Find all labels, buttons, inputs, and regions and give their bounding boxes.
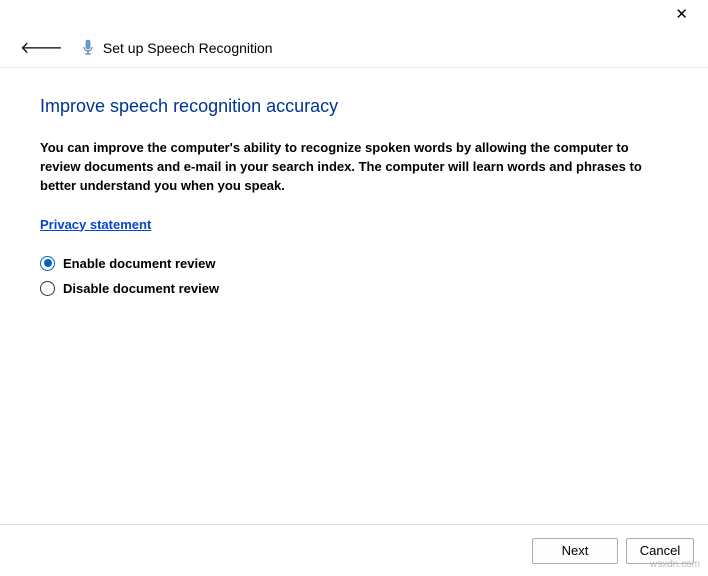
wizard-title: Set up Speech Recognition xyxy=(103,40,273,56)
disable-review-label: Disable document review xyxy=(63,281,219,296)
radio-icon xyxy=(40,256,55,271)
privacy-statement-link[interactable]: Privacy statement xyxy=(40,217,151,232)
microphone-icon xyxy=(81,39,95,57)
enable-review-label: Enable document review xyxy=(63,256,215,271)
content-area: Improve speech recognition accuracy You … xyxy=(0,68,708,524)
titlebar: ✕ xyxy=(0,0,708,28)
radio-icon xyxy=(40,281,55,296)
watermark-text: wsxdn.com xyxy=(650,559,700,570)
close-icon[interactable]: ✕ xyxy=(669,3,694,25)
page-heading: Improve speech recognition accuracy xyxy=(40,96,668,117)
next-button[interactable]: Next xyxy=(532,538,618,564)
back-arrow-icon[interactable]: 🡐 xyxy=(12,33,71,62)
description-text: You can improve the computer's ability t… xyxy=(40,139,660,196)
wizard-window: ✕ 🡐 Set up Speech Recognition Improve sp… xyxy=(0,0,708,576)
disable-review-option[interactable]: Disable document review xyxy=(40,281,668,296)
radio-group: Enable document review Disable document … xyxy=(40,256,668,296)
wizard-header: 🡐 Set up Speech Recognition xyxy=(0,28,708,68)
enable-review-option[interactable]: Enable document review xyxy=(40,256,668,271)
wizard-footer: Next Cancel xyxy=(0,524,708,576)
